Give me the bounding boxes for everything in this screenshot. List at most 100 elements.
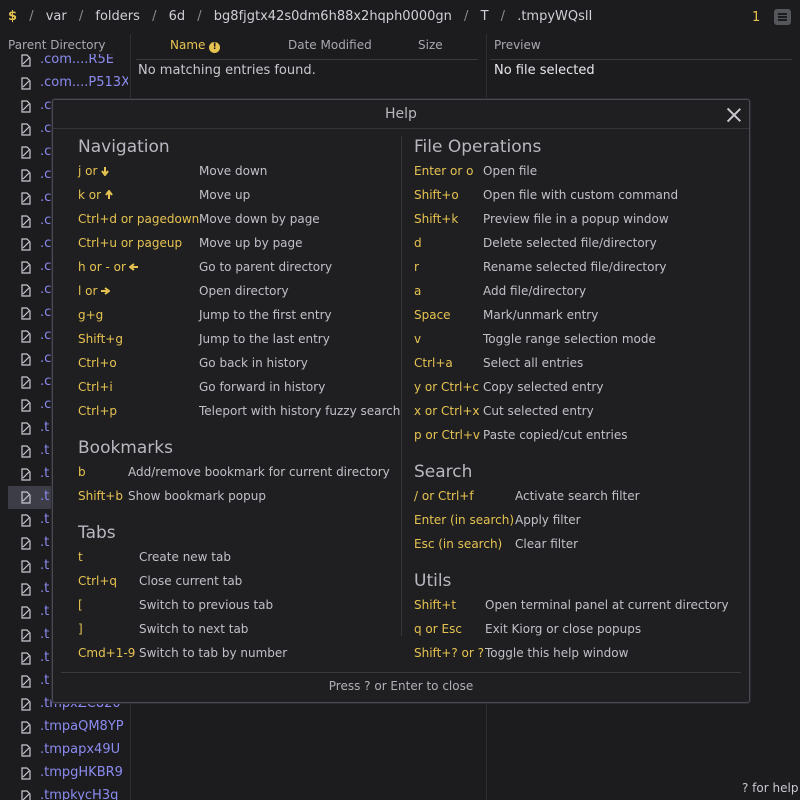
parent-directory-item-name: .c [40,259,52,274]
file-operations-section-title: File Operations [414,137,542,157]
breadcrumb-segment[interactable]: bg8fjgtx42s0dm6h88x2hqph0000gn [214,9,452,24]
file-icon [20,606,32,619]
parent-directory-item-name: .t [40,650,50,665]
name-column-header[interactable]: Name ! [170,38,221,53]
shortcut-key: t [78,550,83,564]
header-divider [136,59,478,60]
menu-icon[interactable] [774,9,791,25]
shortcut-key: Ctrl+a [414,356,453,370]
shortcut-key: / or Ctrl+f [414,489,474,503]
parent-directory-item-name: .com....R5E [40,54,114,67]
shortcut-description: Exit Kiorg or close popups [485,622,642,636]
shortcut-key-text: [ [78,598,83,612]
shortcut-key-text: v [414,332,422,346]
file-icon [20,491,32,504]
shortcut-key-text: l or [78,284,98,298]
help-modal: Help Navigation j or Move down k or Move up… [52,99,750,703]
shortcut-key-text: Shift+g [78,332,123,346]
parent-directory-item[interactable]: .tmpkycH3q [8,785,128,800]
parent-directory-item-name: .c [40,236,52,251]
file-icon [20,123,32,136]
parent-directory-item-name: .t [40,466,50,481]
shortcut-description: Switch to tab by number [139,646,288,660]
shortcut-key: Ctrl+o [78,356,117,370]
help-modal-footer: Press ? or Enter to close [328,679,474,693]
file-icon [20,721,32,734]
shortcut-key-text: Enter (in search) [414,513,515,527]
shortcut-key: d [414,236,422,250]
breadcrumb-segment[interactable]: 6d [169,9,186,24]
parent-directory-item-name: .c [40,213,52,228]
breadcrumb-segment[interactable]: folders [95,9,140,24]
file-icon [20,583,32,596]
file-icon [20,100,32,113]
parent-directory-item[interactable]: .tmpgHKBR9 [8,762,128,785]
shortcut-key: Shift+g [78,332,123,346]
parent-directory-item-name: .c [40,121,52,136]
parent-directory-header: Parent Directory [8,38,106,52]
parent-directory-item-name: .tmpapx49U [40,742,121,757]
shortcut-key: Shift+? or ? [414,646,484,660]
parent-directory-item[interactable]: .tmpaQM8YP [8,716,128,739]
date-modified-column-header[interactable]: Date Modified [288,38,372,52]
parent-directory-item-name: .c [40,305,52,320]
shortcut-key: Ctrl+i [78,380,113,394]
parent-directory-item[interactable]: .tmpapx49U [8,739,128,762]
shortcut-key-text: Space [414,308,451,322]
shortcut-key-text: a [414,284,422,298]
parent-directory-item-name: .c [40,282,52,297]
shortcut-key-text: g+g [78,308,104,322]
parent-directory-item-name: .com....P513X [40,75,128,90]
breadcrumb-separator: / [152,9,157,24]
top-bar: $ / var / folders / 6d / bg8fjgtx42s0dm6… [0,0,800,34]
tab-count[interactable]: 1 [752,10,760,25]
size-column-header[interactable]: Size [418,38,443,52]
shortcut-key: Enter or o [414,164,473,178]
shortcut-description: Jump to the last entry [199,332,330,346]
parent-directory-item-name: .t [40,443,50,458]
breadcrumb-segment[interactable]: T [481,9,489,24]
file-icon [20,560,32,573]
file-icon [20,422,32,435]
parent-directory-item-name: .t [40,420,50,435]
file-icon [20,468,32,481]
arrow-left-icon [128,261,139,271]
file-icon [20,284,32,297]
empty-list-message: No matching entries found. [138,63,316,78]
parent-directory-item[interactable]: .com....P513X [8,72,128,95]
shortcut-description: Move up [199,188,251,202]
shortcut-description: Switch to previous tab [139,598,274,612]
shortcut-key-text: b [78,465,86,479]
shortcut-description: Move down [199,164,268,178]
breadcrumb-separator: / [78,9,84,24]
shortcut-key: l or [78,284,112,298]
parent-directory-item[interactable]: .com....R5E [8,54,128,72]
modal-column-divider [401,136,402,636]
shortcut-description: Switch to next tab [139,622,249,636]
breadcrumb-segment[interactable]: var [46,9,67,24]
shortcut-key: ] [78,622,83,636]
shortcut-description: Apply filter [515,513,581,527]
file-icon [20,192,32,205]
parent-directory-item-name: .c [40,374,52,389]
breadcrumb-home[interactable]: $ [8,9,17,24]
shortcut-key: y or Ctrl+c [414,380,479,394]
shortcut-key: Enter (in search) [414,513,514,527]
shortcut-description: Add file/directory [483,284,587,298]
shortcut-key-text: Cmd+1-9 [78,646,136,660]
shortcut-key-text: y or Ctrl+c [414,380,480,394]
file-icon [20,238,32,251]
close-icon[interactable] [725,106,743,124]
shortcut-key: p or Ctrl+v [414,428,480,442]
shortcut-key: Ctrl+q [78,574,117,588]
shortcut-key: q or Esc [414,622,462,636]
breadcrumb-segment[interactable]: .tmpyWQslI [517,9,592,24]
shortcut-key: Ctrl+p [78,404,117,418]
file-icon [20,77,32,90]
file-icon [20,698,32,711]
file-icon [20,54,32,67]
shortcut-key-text: Shift+t [414,598,457,612]
shortcut-description: Go to parent directory [199,260,333,274]
shortcut-description: Delete selected file/directory [483,236,657,250]
shortcut-key: Shift+t [414,598,456,612]
